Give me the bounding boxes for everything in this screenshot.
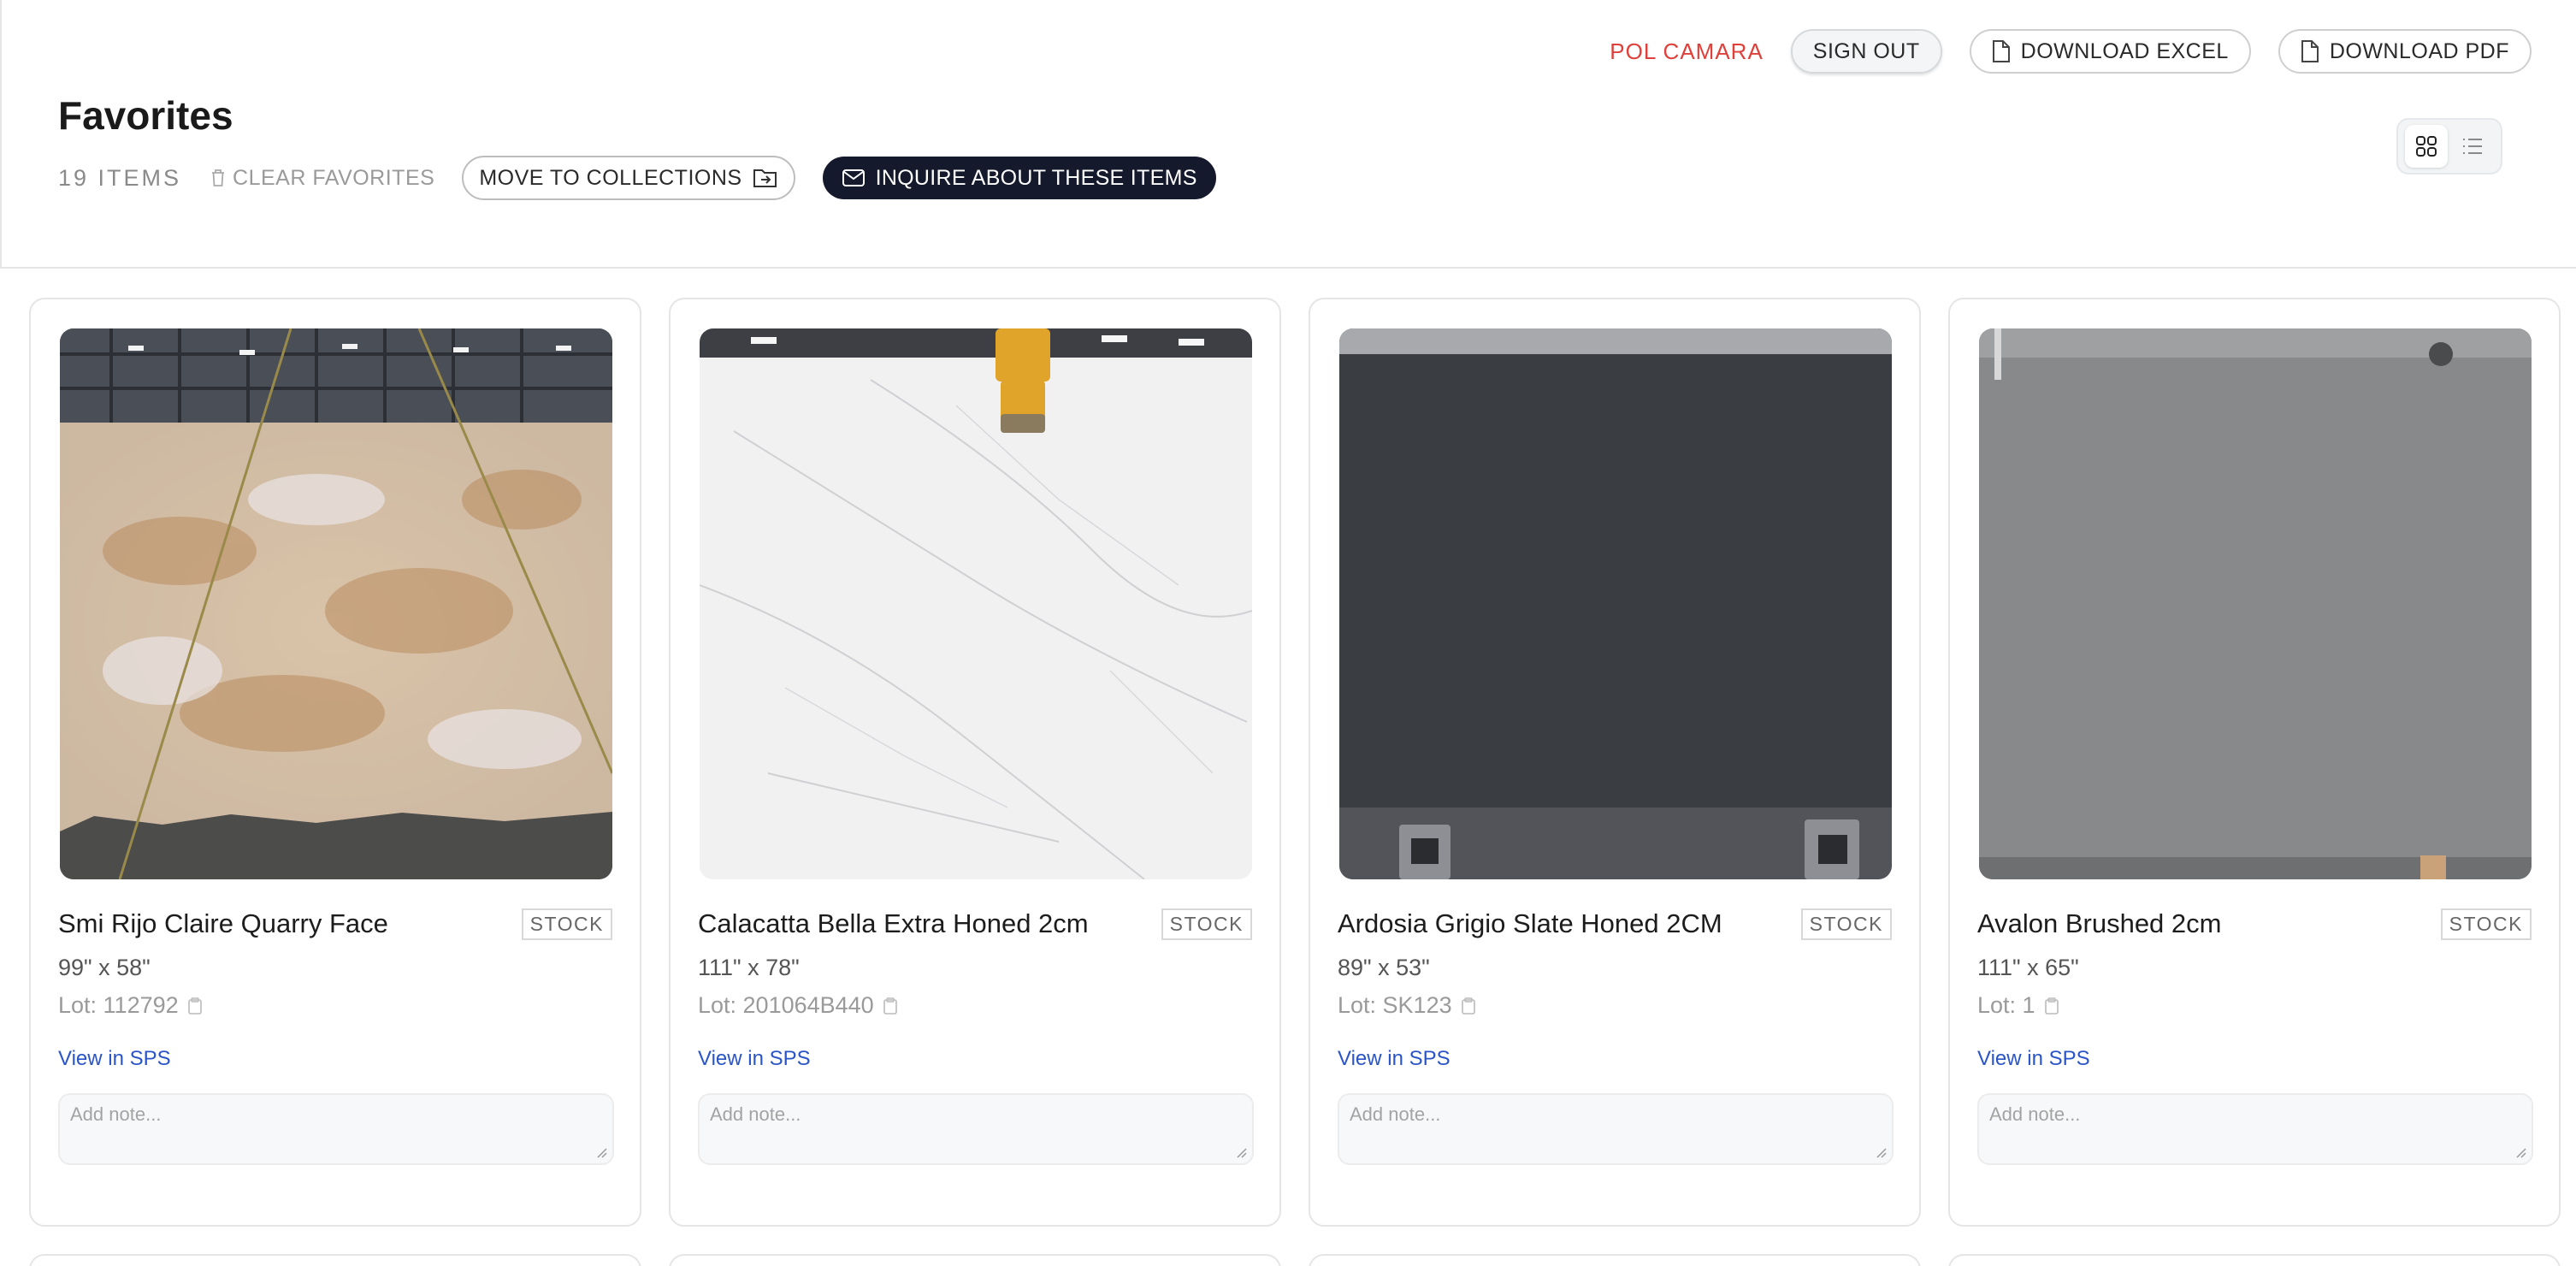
- lot-label: Lot: SK123: [1338, 992, 1452, 1018]
- download-excel-label: DOWNLOAD EXCEL: [2020, 38, 2229, 63]
- card-title-row: Smi Rijo Claire Quarry Face STOCK: [58, 908, 612, 940]
- grid-view-button[interactable]: [2405, 125, 2448, 168]
- page-header: POL CAMARA SIGN OUT DOWNLOAD EXCEL DOWNL…: [0, 0, 2576, 269]
- resize-handle-icon[interactable]: [1875, 1146, 1887, 1158]
- inquire-label: INQUIRE ABOUT THESE ITEMS: [875, 165, 1197, 190]
- product-image[interactable]: [700, 328, 1252, 879]
- lot-number: Lot: 1: [1977, 992, 2059, 1019]
- product-image[interactable]: [60, 328, 612, 879]
- view-in-sps-link[interactable]: View in SPS: [698, 1047, 811, 1071]
- stock-badge: STOCK: [521, 908, 612, 940]
- lot-number: Lot: 112792: [58, 992, 203, 1019]
- copy-icon[interactable]: [1461, 997, 1476, 1015]
- favorites-toolbar: 19 ITEMS CLEAR FAVORITES MOVE TO COLLECT…: [58, 156, 1216, 200]
- lot-number: Lot: 201064B440: [698, 992, 898, 1019]
- note-input[interactable]: Add note...: [1977, 1093, 2533, 1165]
- page-title: Favorites: [58, 93, 233, 138]
- copy-icon[interactable]: [883, 997, 898, 1015]
- mail-icon: [842, 169, 865, 186]
- product-card[interactable]: [1309, 1254, 1921, 1266]
- product-card[interactable]: Smi Rijo Claire Quarry Face STOCK 99" x …: [29, 298, 641, 1227]
- stock-badge: STOCK: [1161, 908, 1252, 940]
- resize-handle-icon[interactable]: [1235, 1146, 1247, 1158]
- product-image[interactable]: [1339, 328, 1892, 879]
- product-card[interactable]: Ardosia Grigio Slate Honed 2CM STOCK 89"…: [1309, 298, 1921, 1227]
- lot-label: Lot: 1: [1977, 992, 2035, 1018]
- inquire-button[interactable]: INQUIRE ABOUT THESE ITEMS: [822, 157, 1216, 199]
- product-card[interactable]: [29, 1254, 641, 1266]
- resize-handle-icon[interactable]: [2514, 1146, 2526, 1158]
- copy-icon[interactable]: [2044, 997, 2059, 1015]
- sign-out-button[interactable]: SIGN OUT: [1790, 29, 1942, 74]
- items-count: 19 ITEMS: [58, 164, 182, 191]
- user-name[interactable]: POL CAMARA: [1610, 38, 1764, 65]
- grid-icon: [2416, 136, 2437, 157]
- note-input[interactable]: Add note...: [1338, 1093, 1894, 1165]
- product-title[interactable]: Smi Rijo Claire Quarry Face: [58, 908, 388, 939]
- note-placeholder: Add note...: [70, 1103, 162, 1125]
- stock-badge: STOCK: [1800, 908, 1892, 940]
- note-placeholder: Add note...: [1989, 1103, 2081, 1125]
- download-pdf-label: DOWNLOAD PDF: [2329, 38, 2509, 63]
- resize-handle-icon[interactable]: [595, 1146, 607, 1158]
- view-in-sps-link[interactable]: View in SPS: [1338, 1047, 1450, 1071]
- product-dimensions: 89" x 53": [1338, 955, 1430, 980]
- note-input[interactable]: Add note...: [698, 1093, 1254, 1165]
- note-placeholder: Add note...: [710, 1103, 801, 1125]
- card-title-row: Calacatta Bella Extra Honed 2cm STOCK: [698, 908, 1252, 940]
- trash-icon: [212, 169, 225, 186]
- product-dimensions: 99" x 58": [58, 955, 151, 980]
- list-icon: [2463, 139, 2482, 154]
- product-title[interactable]: Avalon Brushed 2cm: [1977, 908, 2221, 939]
- move-to-collections-button[interactable]: MOVE TO COLLECTIONS: [462, 156, 795, 200]
- list-view-button[interactable]: [2451, 125, 2494, 168]
- lot-label: Lot: 201064B440: [698, 992, 874, 1018]
- clear-favorites-button[interactable]: CLEAR FAVORITES: [210, 166, 434, 191]
- stock-badge: STOCK: [2440, 908, 2532, 940]
- product-card[interactable]: Calacatta Bella Extra Honed 2cm STOCK 11…: [669, 298, 1281, 1227]
- next-row-cards: [29, 1254, 2561, 1266]
- product-card[interactable]: [669, 1254, 1281, 1266]
- view-toggle: [2396, 118, 2502, 175]
- copy-icon[interactable]: [187, 997, 203, 1015]
- product-dimensions: 111" x 65": [1977, 955, 2079, 980]
- document-icon: [2301, 40, 2319, 62]
- note-input[interactable]: Add note...: [58, 1093, 614, 1165]
- download-excel-button[interactable]: DOWNLOAD EXCEL: [1969, 29, 2251, 74]
- clear-favorites-label: CLEAR FAVORITES: [233, 165, 435, 190]
- download-pdf-button[interactable]: DOWNLOAD PDF: [2278, 29, 2532, 74]
- lot-number: Lot: SK123: [1338, 992, 1476, 1019]
- product-title[interactable]: Calacatta Bella Extra Honed 2cm: [698, 908, 1089, 939]
- product-card[interactable]: [1948, 1254, 2561, 1266]
- view-in-sps-link[interactable]: View in SPS: [58, 1047, 171, 1071]
- top-actions: POL CAMARA SIGN OUT DOWNLOAD EXCEL DOWNL…: [1610, 29, 2532, 74]
- sign-out-label: SIGN OUT: [1812, 38, 1920, 63]
- lot-label: Lot: 112792: [58, 992, 179, 1018]
- favorites-grid: Smi Rijo Claire Quarry Face STOCK 99" x …: [29, 298, 2561, 1227]
- card-title-row: Ardosia Grigio Slate Honed 2CM STOCK: [1338, 908, 1892, 940]
- document-icon: [1992, 40, 2010, 62]
- product-dimensions: 111" x 78": [698, 955, 800, 980]
- product-image[interactable]: [1979, 328, 2532, 879]
- move-to-collections-label: MOVE TO COLLECTIONS: [479, 165, 742, 190]
- product-title[interactable]: Ardosia Grigio Slate Honed 2CM: [1338, 908, 1722, 939]
- view-in-sps-link[interactable]: View in SPS: [1977, 1047, 2090, 1071]
- product-card[interactable]: Avalon Brushed 2cm STOCK 111" x 65" Lot:…: [1948, 298, 2561, 1227]
- folder-move-icon: [753, 169, 777, 187]
- note-placeholder: Add note...: [1350, 1103, 1441, 1125]
- card-title-row: Avalon Brushed 2cm STOCK: [1977, 908, 2532, 940]
